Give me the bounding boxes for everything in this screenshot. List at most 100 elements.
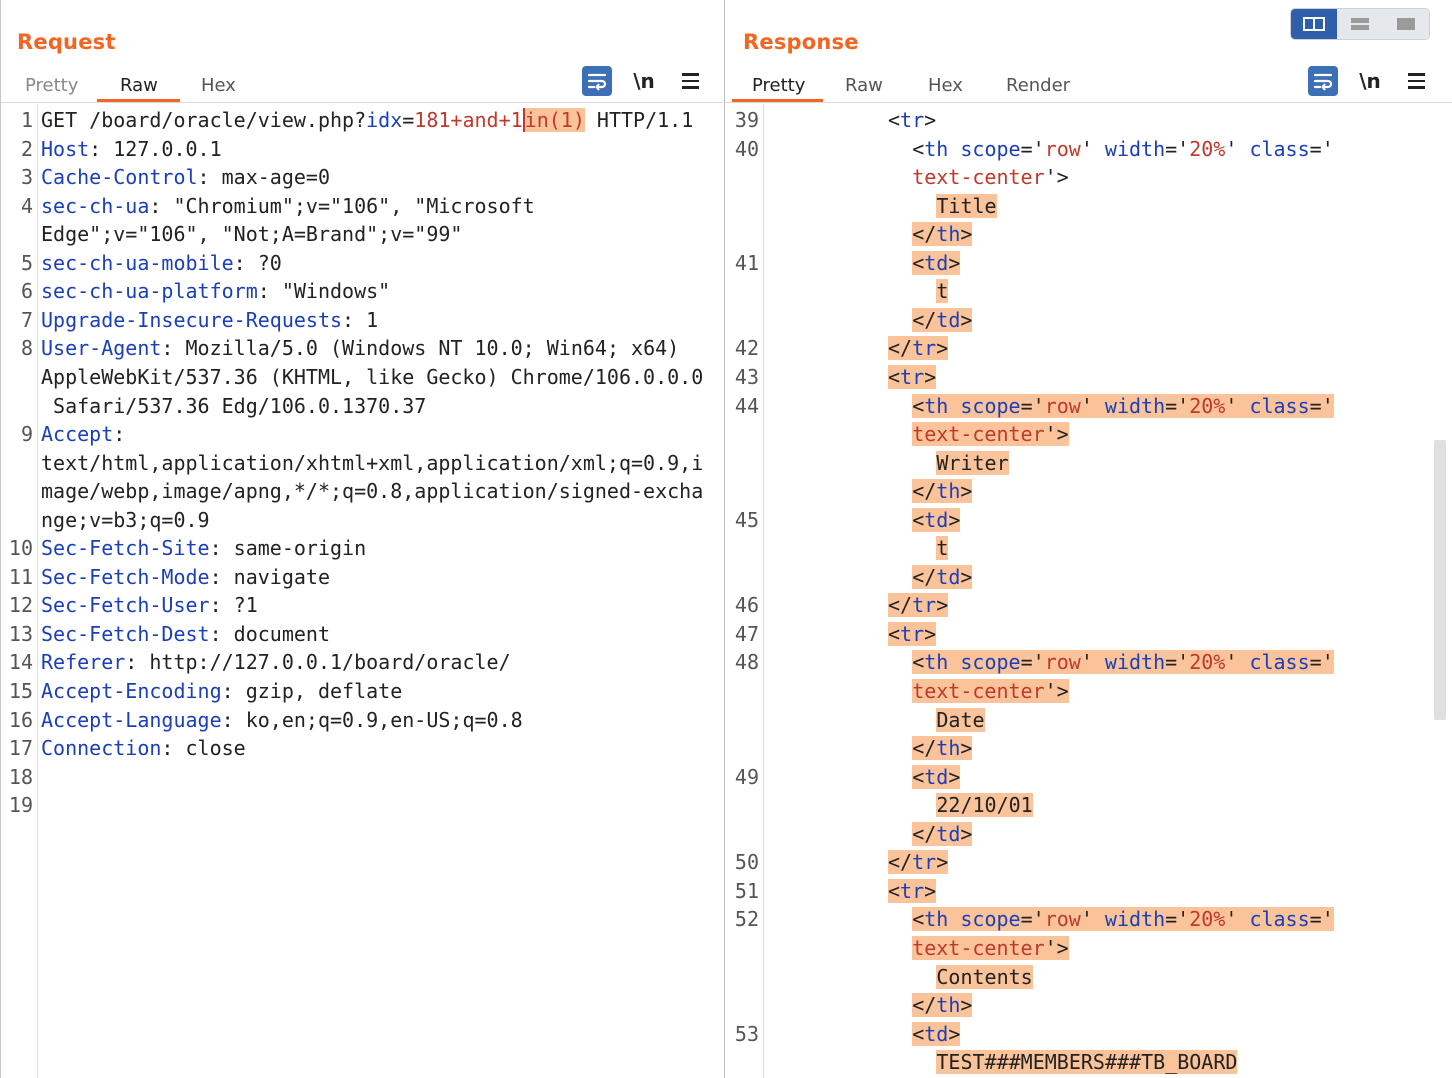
code-line: Sec-Fetch-Dest: document bbox=[41, 621, 330, 646]
code-line: Safari/537.36 Edg/106.0.1370.37 bbox=[41, 393, 427, 418]
code-line: </tr> bbox=[888, 850, 949, 875]
layout-toggle[interactable] bbox=[1290, 8, 1430, 40]
tab-render[interactable]: Render bbox=[1006, 70, 1070, 104]
code-line: <th scope='row' width='20%' class=' bbox=[912, 136, 1334, 161]
response-title: Response bbox=[743, 30, 859, 54]
code-line: Sec-Fetch-User: ?1 bbox=[41, 593, 258, 618]
code-line: mage/webp,image/apng,*/*;q=0.8,applicati… bbox=[41, 479, 704, 504]
code-line: </th> bbox=[912, 993, 973, 1018]
line-number: 48 bbox=[734, 650, 759, 675]
tab-raw[interactable]: Raw bbox=[845, 70, 883, 104]
request-title: Request bbox=[17, 30, 116, 54]
code-line: nge;v=b3;q=0.9 bbox=[41, 507, 210, 532]
code-line: <td> bbox=[912, 764, 961, 789]
line-number: 5 bbox=[20, 250, 33, 275]
code-line: Date bbox=[936, 707, 985, 732]
code-line: <td> bbox=[912, 507, 961, 532]
code-line: Referer: http://127.0.0.1/board/oracle/ bbox=[41, 650, 511, 675]
code-line: t bbox=[936, 536, 949, 561]
code-line: </th> bbox=[912, 736, 973, 761]
code-line: User-Agent: Mozilla/5.0 (Windows NT 10.0… bbox=[41, 336, 680, 361]
wrap-lines-icon[interactable] bbox=[582, 66, 612, 96]
code-line: sec-ch-ua-mobile: ?0 bbox=[41, 250, 282, 275]
line-number: 19 bbox=[8, 793, 33, 818]
code-line: Host: 127.0.0.1 bbox=[41, 136, 222, 161]
code-line: text/html,application/xhtml+xml,applicat… bbox=[41, 450, 704, 475]
code-line: <tr> bbox=[888, 108, 937, 132]
line-number: 1 bbox=[20, 108, 33, 132]
line-number: 6 bbox=[20, 279, 33, 304]
code-line: Contents bbox=[936, 964, 1033, 989]
menu-icon[interactable] bbox=[675, 66, 705, 96]
line-number: 10 bbox=[8, 536, 33, 561]
code-line: <tr> bbox=[888, 878, 937, 903]
code-line: <th scope='row' width='20%' class=' bbox=[912, 393, 1334, 418]
request-pane: Request Pretty Raw Hex \n 1 GET /board/or… bbox=[0, 0, 723, 1078]
code-line: <td> bbox=[912, 250, 961, 275]
code-line: text-center'> bbox=[912, 165, 1069, 190]
line-number: 18 bbox=[8, 764, 33, 789]
code-line: text-center'> bbox=[912, 422, 1069, 447]
code-line: Cache-Control: max-age=0 bbox=[41, 165, 330, 190]
code-line: <th scope='row' width='20%' class=' bbox=[912, 650, 1334, 675]
line-number: 41 bbox=[734, 250, 759, 275]
line-number: 49 bbox=[734, 764, 759, 789]
line-number: 44 bbox=[734, 393, 759, 418]
tab-divider bbox=[725, 102, 1452, 103]
line-number: 7 bbox=[20, 307, 33, 332]
newline-icon[interactable]: \n bbox=[629, 66, 659, 96]
code-line: 22/10/01 bbox=[936, 793, 1033, 818]
code-line: Sec-Fetch-Site: same-origin bbox=[41, 536, 367, 561]
code-line: </td> bbox=[912, 821, 973, 846]
code-line: </td> bbox=[912, 307, 973, 332]
line-number: 47 bbox=[734, 621, 759, 646]
tab-hex[interactable]: Hex bbox=[928, 70, 963, 104]
split-horizontal-icon[interactable] bbox=[1291, 9, 1337, 39]
line-number: 2 bbox=[20, 136, 33, 161]
line-number: 4 bbox=[20, 193, 33, 218]
line-number: 8 bbox=[20, 336, 33, 361]
line-number: 51 bbox=[734, 878, 759, 903]
code-line: Writer bbox=[936, 450, 1009, 475]
single-pane-icon[interactable] bbox=[1383, 9, 1429, 39]
line-number: 13 bbox=[8, 621, 33, 646]
newline-icon[interactable]: \n bbox=[1355, 66, 1385, 96]
split-vertical-icon[interactable] bbox=[1337, 9, 1383, 39]
code-line: <tr> bbox=[888, 621, 937, 646]
code-line: Connection: close bbox=[41, 736, 246, 761]
code-line: Title bbox=[936, 193, 997, 218]
line-number: 53 bbox=[734, 1021, 759, 1046]
code-line: GET /board/oracle/view.php?idx=181+and+1… bbox=[41, 108, 694, 132]
code-line: </th> bbox=[912, 222, 973, 247]
response-pane: Response Pretty Raw Hex Render \n 39 <tr>… bbox=[724, 0, 1452, 1078]
line-number: 42 bbox=[734, 336, 759, 361]
line-number: 52 bbox=[734, 907, 759, 932]
code-line: Accept-Language: ko,en;q=0.9,en-US;q=0.8 bbox=[41, 707, 523, 732]
line-number: 16 bbox=[8, 707, 33, 732]
code-line: <tr> bbox=[888, 364, 937, 389]
code-line: text-center'> bbox=[912, 679, 1069, 703]
code-line: Sec-Fetch-Mode: navigate bbox=[41, 564, 330, 589]
code-line: </tr> bbox=[888, 593, 949, 618]
menu-icon[interactable] bbox=[1401, 66, 1431, 96]
line-number: 17 bbox=[8, 736, 33, 761]
code-line: Accept: bbox=[41, 422, 126, 447]
line-number: 14 bbox=[8, 650, 33, 675]
code-line: sec-ch-ua: "Chromium";v="106", "Microsof… bbox=[41, 193, 535, 218]
line-number: 40 bbox=[734, 136, 759, 161]
vertical-scrollbar[interactable] bbox=[1434, 440, 1446, 720]
line-number: 12 bbox=[8, 593, 33, 618]
tab-divider bbox=[1, 102, 723, 103]
tab-hex[interactable]: Hex bbox=[201, 70, 236, 104]
code-line: t bbox=[936, 279, 949, 304]
code-line: </th> bbox=[912, 479, 973, 504]
line-number: 50 bbox=[734, 850, 759, 875]
code-line: sec-ch-ua-platform: "Windows" bbox=[41, 279, 391, 304]
wrap-lines-icon[interactable] bbox=[1308, 66, 1338, 96]
code-line: </tr> bbox=[888, 336, 949, 361]
code-line: AppleWebKit/537.36 (KHTML, like Gecko) C… bbox=[41, 364, 704, 389]
code-line: </td> bbox=[912, 564, 973, 589]
line-number: 15 bbox=[8, 679, 33, 703]
tab-pretty[interactable]: Pretty bbox=[25, 70, 78, 104]
code-line: <th scope='row' width='20%' class=' bbox=[912, 907, 1334, 932]
